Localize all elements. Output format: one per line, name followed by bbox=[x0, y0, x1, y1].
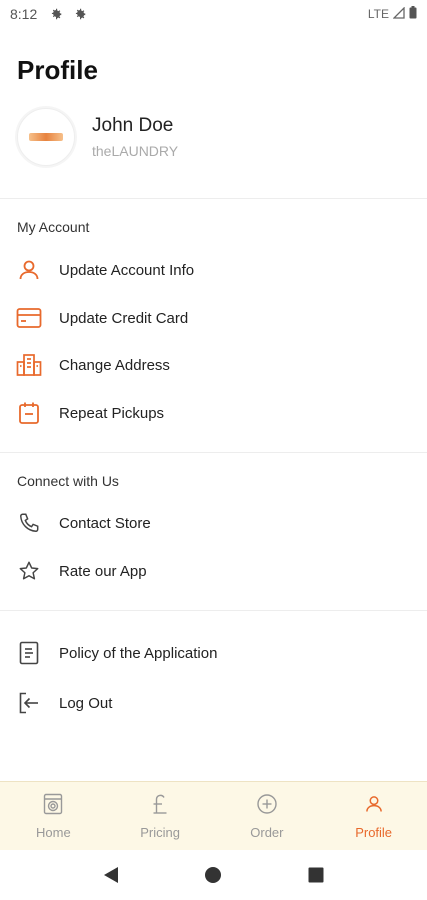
menu-label: Log Out bbox=[59, 694, 113, 712]
battery-icon bbox=[409, 6, 417, 22]
tab-label: Order bbox=[250, 825, 284, 840]
document-icon bbox=[16, 640, 42, 666]
credit-card-icon bbox=[16, 305, 42, 331]
menu-label: Change Address bbox=[59, 356, 170, 374]
divider bbox=[0, 452, 427, 453]
system-nav-bar bbox=[0, 850, 427, 900]
tab-home[interactable]: Home bbox=[0, 782, 107, 850]
menu-item-repeat-pickups[interactable]: Repeat Pickups bbox=[0, 391, 427, 435]
menu-item-policy[interactable]: Policy of the Application bbox=[0, 631, 427, 675]
page-title: Profile bbox=[17, 55, 98, 85]
gear-icon bbox=[49, 7, 63, 21]
user-name: John Doe bbox=[92, 115, 174, 136]
tab-label: Pricing bbox=[140, 825, 180, 840]
person-icon bbox=[362, 792, 386, 816]
menu-item-update-account-info[interactable]: Update Account Info bbox=[0, 248, 427, 292]
signal-icon bbox=[392, 5, 405, 22]
logout-icon bbox=[16, 690, 42, 716]
menu-label: Rate our App bbox=[59, 562, 147, 580]
tab-label: Home bbox=[36, 825, 71, 840]
phone-icon bbox=[16, 510, 42, 536]
home-circle-icon[interactable] bbox=[193, 855, 233, 895]
menu-label: Repeat Pickups bbox=[59, 404, 165, 422]
menu-item-rate-our-app[interactable]: Rate our App bbox=[0, 549, 427, 593]
tab-pricing[interactable]: Pricing bbox=[107, 782, 214, 850]
menu-label: Policy of the Application bbox=[59, 644, 218, 662]
calendar-icon bbox=[16, 400, 42, 426]
tab-label: Profile bbox=[355, 825, 393, 840]
section-label-my-account: My Account bbox=[17, 219, 90, 235]
building-icon bbox=[16, 352, 42, 378]
user-card: John Doe theLAUNDRY bbox=[17, 108, 178, 166]
company-logo bbox=[29, 133, 63, 141]
plus-circle-icon bbox=[255, 792, 279, 816]
menu-label: Contact Store bbox=[59, 514, 151, 532]
person-icon bbox=[16, 257, 42, 283]
status-indicators: LTE bbox=[367, 5, 417, 22]
menu-item-log-out[interactable]: Log Out bbox=[0, 681, 427, 725]
user-company: theLAUNDRY bbox=[92, 143, 179, 159]
washer-icon bbox=[41, 792, 65, 816]
menu-label: Update Account Info bbox=[59, 261, 195, 279]
menu-item-contact-store[interactable]: Contact Store bbox=[0, 501, 427, 545]
tab-order[interactable]: Order bbox=[214, 782, 321, 850]
back-icon[interactable] bbox=[91, 855, 131, 895]
avatar bbox=[17, 108, 75, 166]
menu-label: Update Credit Card bbox=[59, 309, 189, 327]
network-label: LTE bbox=[367, 7, 389, 21]
recents-square-icon[interactable] bbox=[296, 855, 336, 895]
menu-item-change-address[interactable]: Change Address bbox=[0, 343, 427, 387]
status-time: 8:12 bbox=[10, 6, 38, 22]
menu-item-update-credit-card[interactable]: Update Credit Card bbox=[0, 296, 427, 340]
divider bbox=[0, 610, 427, 611]
gear-icon bbox=[73, 7, 87, 21]
section-label-connect: Connect with Us bbox=[17, 473, 119, 489]
pound-icon bbox=[148, 792, 172, 816]
status-bar: 8:12 LTE bbox=[0, 0, 427, 28]
bottom-nav: Home Pricing Order Profile bbox=[0, 781, 427, 850]
divider bbox=[0, 198, 427, 199]
star-icon bbox=[16, 558, 42, 584]
tab-profile[interactable]: Profile bbox=[320, 782, 427, 850]
